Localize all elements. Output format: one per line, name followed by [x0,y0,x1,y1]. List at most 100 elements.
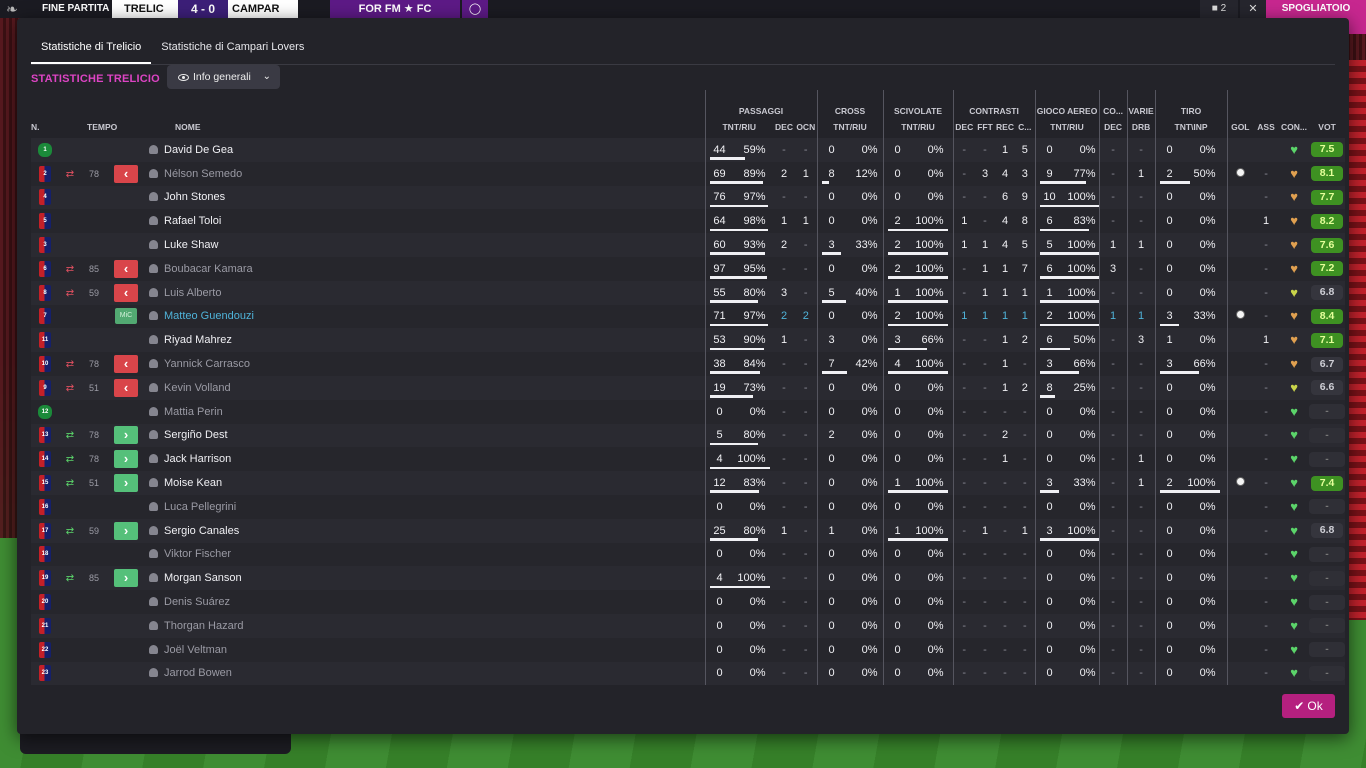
player-row[interactable]: 13 ⇄ 78 › Sergiño Dest 5 80% - -2 0% 0 0% - -2-0 0% - -0… [31,423,1346,448]
col-time[interactable]: TEMPO [81,116,145,138]
player-name-cell[interactable]: David De Gea [145,138,705,162]
player-name-cell[interactable]: Rafael Toloi [145,209,705,234]
player-name-cell[interactable]: Joël Veltman [145,637,705,662]
player-row[interactable]: 18 Viktor Fischer 0 0% - - 0 0% 0 0% - - - - 0 0% - - 0 0% -… [31,542,1346,567]
change-cell[interactable]: › [107,447,145,472]
chevron-right-icon[interactable]: › [114,569,138,588]
col-con-fft[interactable]: FFT [975,116,995,138]
player-row[interactable]: 23 Jarrod Bowen 0 0% - -0 0% 0 0% - - - -0 0% - -0 0% - ♥ - [31,661,1346,686]
player-name-cell[interactable]: Viktor Fischer [145,542,705,567]
col-ass[interactable]: ASS [1253,116,1279,138]
player-name-cell[interactable]: Boubacar Kamara [145,256,705,281]
player-name-cell[interactable]: Matteo Guendouzi [145,304,705,329]
change-cell[interactable]: › [107,518,145,543]
chevron-left-icon[interactable]: ‹ [114,378,138,397]
chevron-left-icon[interactable]: ‹ [114,355,138,374]
player-row[interactable]: 16 Luca Pellegrini 0 0% - - 0 0% 0 0% - - - - 0 0% - - 0 0%… [31,494,1346,519]
chevron-right-icon[interactable]: › [114,474,138,493]
player-row[interactable]: 1 David De Gea 44 59% - -0 0% 0 0% - -1 5 0 0% - -0 0% ♥ 7… [31,138,1346,162]
player-name[interactable]: Joël Veltman [164,644,227,656]
change-cell[interactable]: ‹ [107,352,145,376]
player-name[interactable]: Yannick Carrasco [164,358,250,370]
player-row[interactable]: 8 ⇄ 59 ‹ Luis Alberto 55 80% 3-5 40% 1 100% -1 1 1 1 10… [31,280,1346,305]
player-row[interactable]: 14 ⇄ 78 › Jack Harrison 4 100% - -0 0% 0 0% - -1-0 0% -… [31,447,1346,472]
col-co-dec[interactable]: DEC [1098,116,1128,138]
col-pass-tnt[interactable]: TNT/RIU [704,116,773,138]
player-name-cell[interactable]: Luca Pellegrini [145,494,705,519]
player-row[interactable]: 21 Thorgan Hazard 0 0% - - 0 0% 0 0% - - - - 0 0% - - 0 0% -… [31,613,1346,638]
player-name-cell[interactable]: Jack Harrison [145,447,705,472]
change-cell[interactable]: ‹ [107,280,145,305]
change-cell[interactable]: ‹ [107,161,145,186]
change-cell[interactable]: ‹ [107,375,145,400]
change-cell[interactable]: MiC [107,304,145,329]
chevron-left-icon[interactable]: ‹ [114,283,138,302]
chevron-right-icon[interactable]: › [114,450,138,469]
player-row[interactable]: 17 ⇄ 59 › Sergio Canales 25 80% 1-1 0% 1 100% -1-1 3… [31,518,1346,543]
col-tiro-tnt[interactable]: TNT\INP [1154,116,1228,138]
view-dropdown[interactable]: Info generali ⌄ [167,65,280,89]
player-row[interactable]: 19 ⇄ 85 › Morgan Sanson 4 100% - - 0 0% 0 0% - - - - 0 0% -… [31,566,1346,591]
view-toggle-button[interactable]: ■ 2 [1200,0,1238,18]
player-name[interactable]: Jarrod Bowen [164,667,232,679]
player-row[interactable]: 7 MiC Matteo Guendouzi 71 97% 2 2 0 0% 2 100% 1 1 1 1 2… [31,304,1346,329]
player-row[interactable]: 2 ⇄ 78 ‹ Nélson Semedo 69 89% 2 1 8 12% 0 0% - 3 4 3 9 77%… [31,161,1346,186]
player-name[interactable]: Sergiño Dest [164,429,228,441]
player-row[interactable]: 12 Mattia Perin 0 0% - -0 0% 0 0% - - - -0 0% - -0 0% - ♥ - [31,399,1346,424]
player-name[interactable]: Luis Alberto [164,287,221,299]
col-pass-dec[interactable]: DEC [773,116,795,138]
col-aereo-tnt[interactable]: TNT/RIU [1034,116,1100,138]
player-name[interactable]: Matteo Guendouzi [164,310,254,322]
tab-home-stats[interactable]: Statistiche di Trelicio [31,32,152,64]
player-name[interactable]: Viktor Fischer [164,548,231,560]
player-name-cell[interactable]: Sergiño Dest [145,423,705,448]
game-logo-icon[interactable]: ❧ [6,1,36,17]
player-name-cell[interactable]: Luis Alberto [145,280,705,305]
player-name[interactable]: David De Gea [164,144,233,156]
col-name[interactable]: NOME [145,116,705,138]
change-cell[interactable]: › [107,471,145,495]
close-icon[interactable]: ✕ [1240,0,1266,18]
player-row[interactable]: 20 Denis Suárez 0 0% - -0 0% 0 0% - - - -0 0% - -0 0% - ♥ - [31,590,1346,614]
player-name-cell[interactable]: Moise Kean [145,471,705,495]
player-name[interactable]: Nélson Semedo [164,168,242,180]
chevron-right-icon[interactable]: › [114,521,138,540]
player-name-cell[interactable]: Thorgan Hazard [145,613,705,638]
change-cell[interactable]: ‹ [107,256,145,281]
player-name[interactable]: Morgan Sanson [164,572,242,584]
col-con-rec[interactable]: REC [995,116,1015,138]
col-con-dec[interactable]: DEC [952,116,976,138]
chevron-left-icon[interactable]: ‹ [114,259,138,278]
player-name[interactable]: Thorgan Hazard [164,620,244,632]
player-row[interactable]: 6 ⇄ 85 ‹ Boubacar Kamara 97 95% - -0 0% 2 100% -1 1 7 6… [31,256,1346,281]
player-name[interactable]: Rafael Toloi [164,215,221,227]
player-name-cell[interactable]: Nélson Semedo [145,161,705,186]
player-name[interactable]: Moise Kean [164,477,222,489]
player-name[interactable]: Luca Pellegrini [164,501,236,513]
col-number[interactable]: N. [31,116,59,138]
player-name-cell[interactable]: Sergio Canales [145,518,705,543]
player-name-cell[interactable]: Kevin Volland [145,375,705,400]
player-name-cell[interactable]: Luke Shaw [145,233,705,257]
ok-button[interactable]: ✔ Ok [1282,694,1335,718]
col-sciv-tnt[interactable]: TNT/RIU [882,116,954,138]
player-name[interactable]: Mattia Perin [164,406,223,418]
player-row[interactable]: 5 Rafael Toloi 64 98% 1 1 0 0% 2 100% 1-4 8 6 83% - -0 0… [31,209,1346,234]
player-name-cell[interactable]: Morgan Sanson [145,566,705,591]
change-cell[interactable]: › [107,423,145,448]
col-cross-tnt[interactable]: TNT/RIU [816,116,884,138]
tab-away-stats[interactable]: Statistiche di Campari Lovers [151,32,314,64]
player-name[interactable]: Boubacar Kamara [164,263,253,275]
player-name[interactable]: John Stones [164,191,225,203]
player-name[interactable]: Sergio Canales [164,525,239,537]
change-cell[interactable]: › [107,566,145,591]
player-name[interactable]: Luke Shaw [164,239,218,251]
player-row[interactable]: 10 ⇄ 78 ‹ Yannick Carrasco 38 84% - - 7 42% 4 100% - -… [31,352,1346,376]
chevron-left-icon[interactable]: ‹ [114,164,138,183]
player-name-cell[interactable]: John Stones [145,185,705,210]
chevron-right-icon[interactable]: › [114,426,138,445]
player-name-cell[interactable]: Mattia Perin [145,399,705,424]
col-vot[interactable]: VOT [1309,116,1345,138]
col-varie-drb[interactable]: DRB [1126,116,1156,138]
player-name-cell[interactable]: Riyad Mahrez [145,328,705,353]
